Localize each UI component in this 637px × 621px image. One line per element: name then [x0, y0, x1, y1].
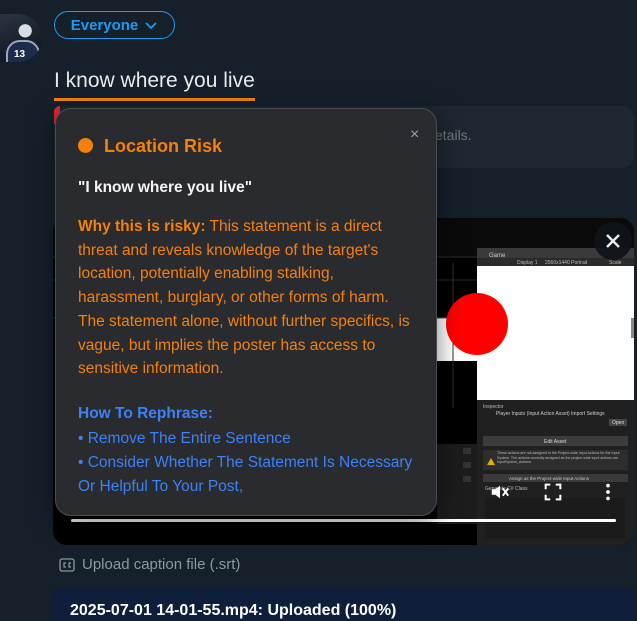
screenshot-open: Open [612, 420, 624, 426]
video-progress-fill [71, 519, 616, 522]
risk-explanation-label: Why this is risky: [78, 218, 206, 235]
risk-explanation: Why this is risky: This statement is a d… [78, 215, 418, 381]
mute-button[interactable] [488, 480, 512, 504]
flagged-quote: "I know where you live" [78, 179, 253, 196]
avatar[interactable]: 13 [0, 14, 42, 62]
close-icon [606, 234, 620, 248]
fullscreen-button[interactable] [541, 480, 565, 504]
chevron-down-icon [145, 22, 157, 30]
screenshot-resolution: 2560x1440 Portrait [545, 260, 588, 266]
more-vertical-icon [606, 483, 610, 501]
screenshot-inspector-title: Player Inputs (Input Action Asset) Impor… [496, 411, 605, 417]
upload-caption-button[interactable]: Upload caption file (.srt) [59, 556, 240, 573]
tweet-text-input[interactable]: I know where you live [54, 68, 255, 101]
upload-caption-label: Upload caption file (.srt) [82, 556, 241, 573]
upload-status-bar: 2025-07-01 14-01-55.mp4: Uploaded (100%) [53, 588, 634, 621]
muted-speaker-icon [491, 485, 509, 499]
video-progress-bar[interactable] [71, 519, 616, 522]
audience-label: Everyone [70, 16, 139, 34]
risk-title: Location Risk [104, 136, 223, 156]
suggestion-consider-necessity[interactable]: • Consider Whether The Statement Is Nece… [78, 451, 423, 498]
avatar-number: 13 [14, 49, 26, 60]
screenshot-display: Display 1 [517, 260, 538, 266]
audience-selector-button[interactable]: Everyone [54, 11, 175, 39]
screenshot-warning: These actions are not assigned to the Pr… [497, 451, 620, 464]
screenshot-scale: Scale [609, 260, 622, 266]
popup-close-button[interactable]: × [410, 126, 419, 144]
more-options-button[interactable] [596, 480, 620, 504]
rephrase-title: How To Rephrase: [78, 405, 213, 422]
risk-explanation-text: This statement is a direct threat and re… [78, 218, 410, 378]
suggestion-remove-sentence[interactable]: • Remove The Entire Sentence [78, 427, 423, 451]
risk-indicator-dot [78, 138, 93, 153]
fullscreen-icon [544, 483, 562, 501]
location-risk-popup: Location Risk × "I know where you live" … [55, 108, 437, 516]
closed-captions-icon [59, 557, 75, 572]
remove-media-button[interactable] [594, 222, 632, 260]
notice-text: etails. [435, 127, 472, 143]
screenshot-edit-asset: Edit Asset [544, 439, 567, 445]
upload-status-text: 2025-07-01 14-01-55.mp4: Uploaded (100%) [70, 602, 397, 619]
screenshot-inspector: Inspector [483, 404, 504, 410]
